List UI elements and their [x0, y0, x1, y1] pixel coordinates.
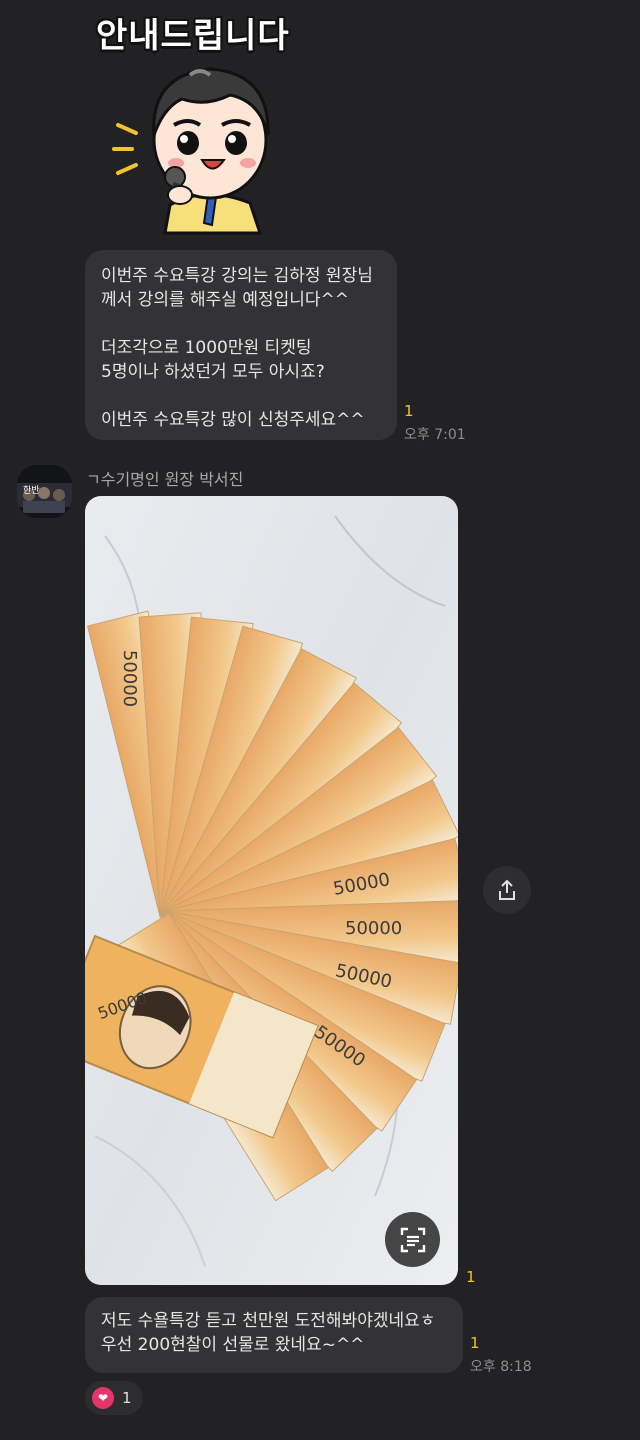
- heart-icon: ❤: [92, 1387, 114, 1409]
- message-time: 오후 8:18: [470, 1359, 532, 1375]
- note-label: 50000: [119, 649, 141, 708]
- reaction-count: 1: [122, 1389, 132, 1407]
- share-icon: [499, 879, 515, 900]
- sticker-title: 안내드립니다: [96, 16, 290, 56]
- avatar-label: 한반: [23, 486, 40, 496]
- sticker-character: [112, 67, 270, 235]
- unread-count: 1: [466, 1268, 476, 1286]
- avatar[interactable]: 한반: [17, 465, 72, 518]
- reaction-badge[interactable]: ❤ 1: [85, 1381, 143, 1415]
- message-time: 오후 7:01: [404, 427, 466, 443]
- text-scan-icon: [400, 1227, 425, 1252]
- photo-image: [85, 496, 458, 1285]
- unread-count: 1: [404, 402, 414, 420]
- unread-count: 1: [470, 1334, 480, 1352]
- message-bubble[interactable]: 저도 수욜특강 듣고 천만원 도전해봐야겠네요ㅎ 우선 200현찰이 선물로 왔…: [85, 1297, 463, 1373]
- share-button[interactable]: [483, 866, 531, 914]
- note-label: 50000: [345, 918, 403, 939]
- text-scan-button[interactable]: [385, 1212, 440, 1267]
- money-photo[interactable]: 50000 50000 50000 50000 50000 50000: [85, 496, 458, 1285]
- message-bubble[interactable]: 이번주 수요특강 강의는 김하정 원장님께서 강의를 해주실 예정입니다^^ 더…: [85, 250, 397, 440]
- sender-name: ㄱ수기명인 원장 박서진: [86, 470, 244, 489]
